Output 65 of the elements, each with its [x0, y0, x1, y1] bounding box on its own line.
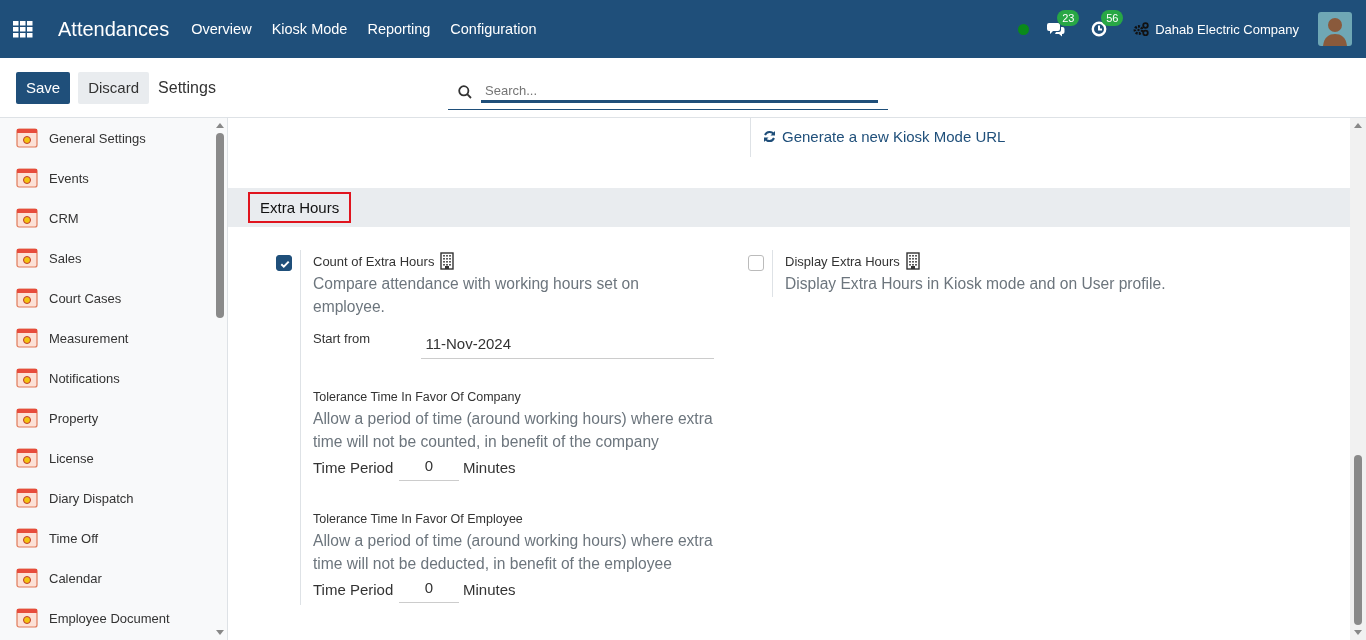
- message-count-badge: 23: [1057, 10, 1080, 26]
- presence-dot: [1018, 23, 1030, 35]
- app-icon: [16, 367, 38, 389]
- subsetting-description: Allow a period of time (around working hours) where extra time will not be counted, in benefit of the company: [313, 409, 714, 452]
- save-button[interactable]: Save: [16, 71, 71, 104]
- app-icon: [16, 127, 38, 149]
- setting-label: Display Extra Hours: [785, 253, 900, 269]
- unit-label: Minutes: [463, 580, 516, 598]
- sidebar-item[interactable]: Property: [0, 398, 214, 438]
- app-icon: [16, 407, 38, 429]
- gears-icon[interactable]: [1133, 22, 1150, 36]
- app-icon: [16, 567, 38, 589]
- sidebar-item[interactable]: Events: [0, 158, 214, 198]
- generate-url-link[interactable]: Generate a new Kiosk Mode URL: [763, 128, 1006, 145]
- clock-icon[interactable]: [1091, 21, 1108, 37]
- subsetting-title: Tolerance Time In Favor Of Company: [313, 389, 522, 406]
- sidebar-item[interactable]: Employee Document: [0, 598, 214, 638]
- nav-menu-item[interactable]: Reporting: [367, 21, 431, 37]
- setting-description: Display Extra Hours in Kiosk mode and on User profile.: [785, 274, 1167, 294]
- activity-count-badge: 56: [1101, 10, 1124, 26]
- field-label: Time Period: [313, 458, 395, 476]
- breadcrumb: Settings: [158, 78, 217, 97]
- app-icon: [16, 607, 38, 629]
- checkbox[interactable]: [276, 255, 292, 271]
- section-title: Extra Hours: [248, 192, 352, 223]
- field-label: Start from: [313, 331, 372, 346]
- company-switcher[interactable]: Dahab Electric Company: [1155, 21, 1299, 37]
- nav-menu-item[interactable]: Kiosk Mode: [271, 21, 348, 37]
- app-title: Attendances: [58, 17, 170, 41]
- refresh-icon: [763, 130, 776, 143]
- app-icon: [16, 327, 38, 349]
- app-icon: [16, 207, 38, 229]
- sidebar-item[interactable]: License: [0, 438, 214, 478]
- search-icon: [458, 85, 473, 99]
- sidebar-item[interactable]: Measurement: [0, 318, 214, 358]
- setting-label: Count of Extra Hours: [313, 253, 435, 269]
- apps-menu-icon[interactable]: [13, 20, 33, 38]
- nav-menu-item[interactable]: Overview: [191, 21, 252, 37]
- app-icon: [16, 287, 38, 309]
- app-icon: [16, 167, 38, 189]
- sidebar-item[interactable]: Calendar: [0, 558, 214, 598]
- sidebar-item[interactable]: Notifications: [0, 358, 214, 398]
- subsetting-title: Tolerance Time In Favor Of Employee: [313, 511, 524, 528]
- chat-icon[interactable]: [1047, 21, 1066, 37]
- field-label: Time Period: [313, 580, 395, 598]
- sidebar-item[interactable]: Diary Dispatch: [0, 478, 214, 518]
- building-icon: [440, 252, 455, 270]
- sidebar-item[interactable]: Time Off: [0, 518, 214, 558]
- sidebar-item[interactable]: Sales: [0, 238, 214, 278]
- app-icon: [16, 487, 38, 509]
- nav-menu-item[interactable]: Configuration: [450, 21, 537, 37]
- avatar[interactable]: [1318, 12, 1352, 46]
- sidebar-item[interactable]: Court Cases: [0, 278, 214, 318]
- unit-label: Minutes: [463, 458, 516, 476]
- scrollbar[interactable]: [1350, 118, 1366, 640]
- sidebar-item[interactable]: CRM: [0, 198, 214, 238]
- building-icon: [905, 252, 920, 270]
- setting-description: Compare attendance with working hours set on employee.: [313, 274, 640, 317]
- app-icon: [16, 447, 38, 469]
- sidebar-item[interactable]: General Settings: [0, 118, 214, 158]
- subsetting-description: Allow a period of time (around working hours) where extra time will not be deducted, in benefit of the employee: [313, 531, 714, 574]
- discard-button[interactable]: Discard: [78, 71, 150, 104]
- checkbox[interactable]: [748, 255, 764, 271]
- app-icon: [16, 247, 38, 269]
- app-icon: [16, 527, 38, 549]
